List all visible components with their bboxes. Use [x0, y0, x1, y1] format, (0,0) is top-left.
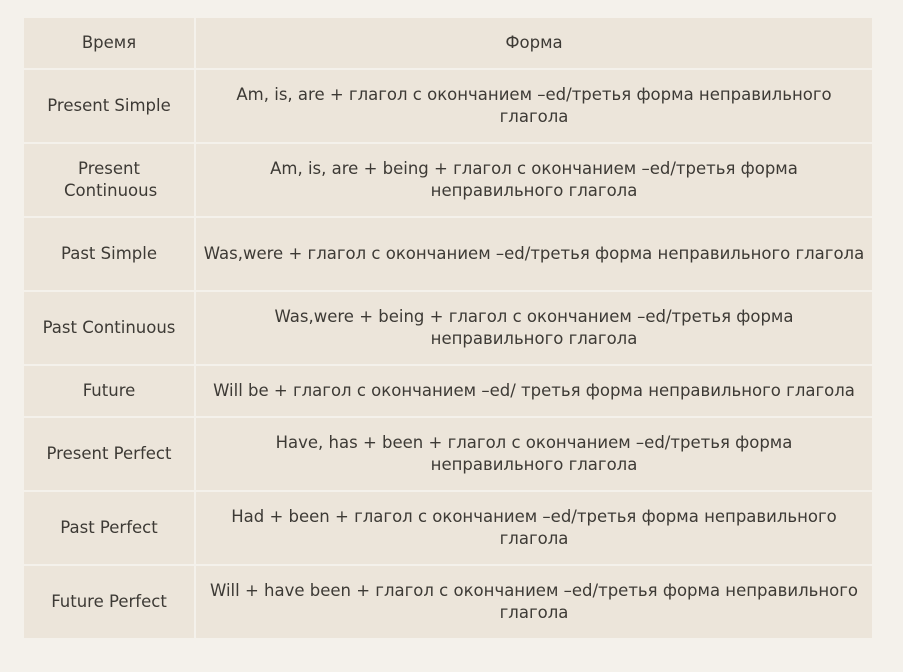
passive-voice-table-container: Время Форма Present Simple Am, is, are +… [22, 16, 874, 640]
tense-cell: Past Simple [22, 216, 196, 292]
tense-cell: Present Simple [22, 68, 196, 144]
tense-cell: Future [22, 364, 196, 418]
tense-cell: Past Perfect [22, 490, 196, 566]
tense-cell: Future Perfect [22, 564, 196, 640]
header-tense: Время [22, 16, 196, 70]
table-row: Past Continuous Was,were + being + глаго… [22, 290, 874, 366]
table-header-row: Время Форма [22, 16, 874, 70]
table-row: Present Continuous Am, is, are + being +… [22, 142, 874, 218]
tense-cell: Present Perfect [22, 416, 196, 492]
tense-cell: Present Continuous [22, 142, 196, 218]
form-cell: Was,were + глагол с окончанием –ed/треть… [194, 216, 874, 292]
table-row: Future Will be + глагол с окончанием –ed… [22, 364, 874, 418]
form-cell: Had + been + глагол с окончанием –ed/тре… [194, 490, 874, 566]
header-form: Форма [194, 16, 874, 70]
form-cell: Am, is, are + глагол с окончанием –ed/тр… [194, 68, 874, 144]
form-cell: Will be + глагол с окончанием –ed/ треть… [194, 364, 874, 418]
table-row: Future Perfect Will + have been + глагол… [22, 564, 874, 640]
form-cell: Will + have been + глагол с окончанием –… [194, 564, 874, 640]
form-cell: Was,were + being + глагол с окончанием –… [194, 290, 874, 366]
form-cell: Have, has + been + глагол с окончанием –… [194, 416, 874, 492]
table-row: Past Perfect Had + been + глагол с оконч… [22, 490, 874, 566]
table-row: Present Perfect Have, has + been + глаго… [22, 416, 874, 492]
form-cell: Am, is, are + being + глагол с окончание… [194, 142, 874, 218]
tense-form-table: Время Форма Present Simple Am, is, are +… [22, 16, 874, 640]
table-row: Present Simple Am, is, are + глагол с ок… [22, 68, 874, 144]
table-row: Past Simple Was,were + глагол с окончани… [22, 216, 874, 292]
tense-cell: Past Continuous [22, 290, 196, 366]
